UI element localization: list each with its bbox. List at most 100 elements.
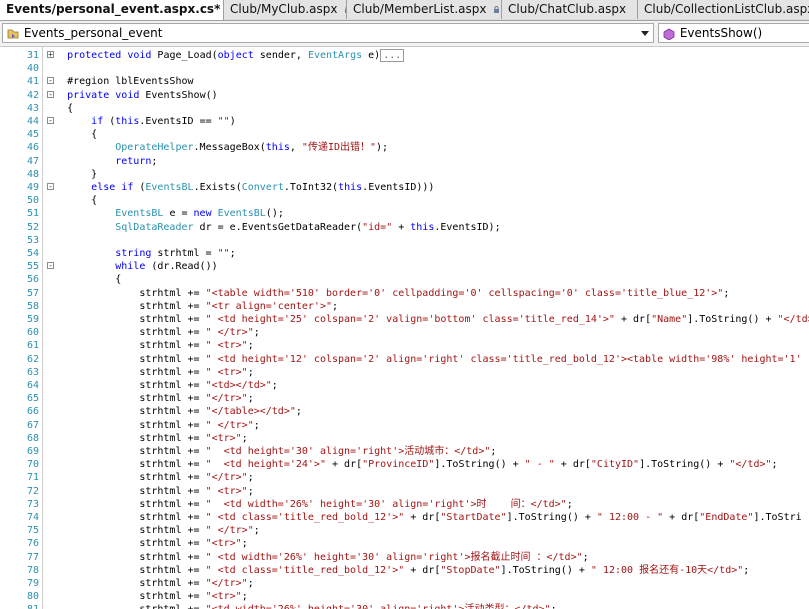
line-number: 80 [26,591,39,603]
code-line[interactable]: 80 strhtml += "<tr>"; [0,590,809,603]
code-text: protected void Page_Load(object sender, … [43,49,405,62]
line-number: 62 [26,353,39,365]
code-line[interactable]: 63 strhtml += " <tr>"; [0,366,809,379]
code-line[interactable]: 70 strhtml += " <td height='24'>" + dr["… [0,458,809,471]
code-text: strhtml += " <tr>"; [43,485,254,498]
code-token: #region lblEventsShow [43,76,194,88]
code-line[interactable]: 55- while (dr.Read()) [0,260,809,273]
code-token: e = new [163,208,212,220]
code-line[interactable]: 58 strhtml += "<tr align='center'>"; [0,300,809,313]
code-line[interactable]: 62 strhtml += " <td height='12' colspan=… [0,353,809,366]
code-line[interactable]: 66 strhtml += "</table></td>"; [0,405,809,418]
tab-label: Club/MyClub.aspx [230,2,338,16]
line-number: 31 [26,50,39,61]
code-token: strhtml += "<tr align='center'>"; [43,300,339,312]
code-line[interactable]: 31 + protected void Page_Load(object send… [0,49,809,62]
tab-chatclub-aspx[interactable]: Club/ChatClub.aspx [502,0,638,19]
code-line[interactable]: 60 strhtml += " </tr>"; [0,326,809,339]
code-token: OperateHelper [115,142,194,154]
code-token: .MessageBox(this, "传递ID出错！"); [193,142,389,154]
code-token: strhtml += " </tr>"; [43,525,260,537]
code-line[interactable]: 72 strhtml += " <tr>"; [0,485,809,498]
tab-label: Events/personal_event.aspx.cs* [6,2,221,16]
code-line[interactable]: 64 strhtml += "<td></td>"; [0,379,809,392]
code-line[interactable]: 45 { [0,128,809,141]
code-line[interactable]: 75 strhtml += " </tr>"; [0,524,809,537]
code-token: strhtml += "</tr>"; [43,393,254,405]
line-number: 59 [26,314,39,325]
code-line[interactable]: 76 strhtml += "<tr>"; [0,537,809,550]
code-token: return; [115,155,158,167]
code-line[interactable]: 44- if (this.EventsID == "") [0,115,809,128]
code-line[interactable]: 42- private void EventsShow() [0,89,809,102]
code-token: strhtml += "<tr>"; [43,432,248,444]
code-line[interactable]: 74 strhtml += " <td class='title_red_bol… [0,511,809,524]
code-line[interactable]: 41- #region lblEventsShow [0,75,809,88]
code-line[interactable]: 69 strhtml += " <td height='30' align='r… [0,445,809,458]
lock-icon [494,6,500,13]
code-token: (); [265,208,284,220]
line-number: 43 [26,102,39,114]
code-line[interactable]: 52 SqlDataReader dr = e.EventsGetDataRea… [0,221,809,234]
code-line[interactable]: 46 OperateHelper.MessageBox(this, "传递ID出… [0,141,809,154]
code-token: strhtml += " <td class='title_red_bold_1… [43,512,802,523]
code-line[interactable]: 79 strhtml += "</tr>"; [0,577,809,590]
code-token: strhtml += "</tr>"; [43,472,254,484]
line-number: 81 [0,603,42,609]
code-token: strhtml += " <tr>"; [43,340,254,352]
code-text: strhtml += " <td width='26%' height='30'… [43,551,588,564]
tab-memberlist-aspx[interactable]: Club/MemberList.aspx [347,0,502,19]
code-line[interactable]: 78 strhtml += " <td class='title_red_bol… [0,564,809,577]
code-line[interactable]: 71 strhtml += "</tr>"; [0,471,809,484]
code-line[interactable]: 59 strhtml += " <td height='25' colspan=… [0,313,809,326]
code-line[interactable]: 43 { [0,102,809,115]
line-number: 58 [26,300,39,312]
line-number: 44 [26,116,39,127]
code-line[interactable]: 50 { [0,194,809,207]
code-text: } [43,168,97,181]
code-line[interactable]: 73 strhtml += " <td width='26%' height='… [0,498,809,511]
tab-collectionlistclub-aspx[interactable]: Club/CollectionListClub.aspx [638,0,809,19]
member-dropdown[interactable]: EventsShow() [658,23,809,43]
code-token: strhtml += " </tr>"; [43,419,260,431]
code-token: strhtml += " <tr>"; [43,485,254,497]
code-text: string strhtml = ""; [43,247,235,260]
code-line[interactable]: 77 strhtml += " <td width='26%' height='… [0,551,809,564]
line-number: 42 [26,89,39,101]
line-number: 78 [26,564,39,576]
tab-label: Club/CollectionListClub.aspx [644,2,809,16]
code-text: private void EventsShow() [43,89,218,102]
line-number: 53 [26,234,39,246]
code-line[interactable]: 40 [0,62,809,75]
code-line[interactable]: 81 strhtml += "<td width='26%' height='3… [0,603,809,609]
code-token: dr = e.EventsGetDataReader("id=" + this.… [193,221,501,233]
code-text: strhtml += " <td class='title_red_bold_1… [43,511,802,524]
code-line[interactable]: 56 { [0,273,809,286]
code-editor[interactable]: 31 + protected void Page_Load(object send… [0,47,809,609]
line-number: 72 [26,485,39,497]
line-number: 56 [26,274,39,286]
code-line[interactable]: 67 strhtml += " </tr>"; [0,419,809,432]
code-text: strhtml += "<td></td>"; [43,379,278,392]
code-text: strhtml += "<tr>"; [43,590,247,603]
code-line[interactable]: 65 strhtml += "</tr>"; [0,392,809,405]
navigation-bar: Events_personal_event EventsShow() [0,21,809,47]
code-text: { [43,194,97,207]
code-line[interactable]: 68 strhtml += "<tr>"; [0,432,809,445]
class-dropdown[interactable]: Events_personal_event [2,23,654,43]
code-line[interactable]: 51 EventsBL e = new EventsBL(); [0,207,809,220]
code-line[interactable]: 61 strhtml += " <tr>"; [0,339,809,352]
tab-personal-event-cs[interactable]: Events/personal_event.aspx.cs* [0,0,224,20]
collapsed-region[interactable]: ... [380,49,405,62]
code-line[interactable]: 57 strhtml += "<table width='510' border… [0,287,809,300]
code-token: { [43,274,122,286]
code-line[interactable]: 48 } [0,168,809,181]
code-line[interactable]: 54 string strhtml = ""; [0,247,809,260]
code-line[interactable]: 47 return; [0,155,809,168]
code-line[interactable]: 53 [0,234,809,247]
code-token: strhtml += " <td height='30' align='righ… [43,446,497,457]
tab-myclub-aspx[interactable]: Club/MyClub.aspx [224,0,347,19]
code-text: return; [43,155,157,168]
code-line[interactable]: 49- else if (EventsBL.Exists(Convert.ToI… [0,181,809,194]
